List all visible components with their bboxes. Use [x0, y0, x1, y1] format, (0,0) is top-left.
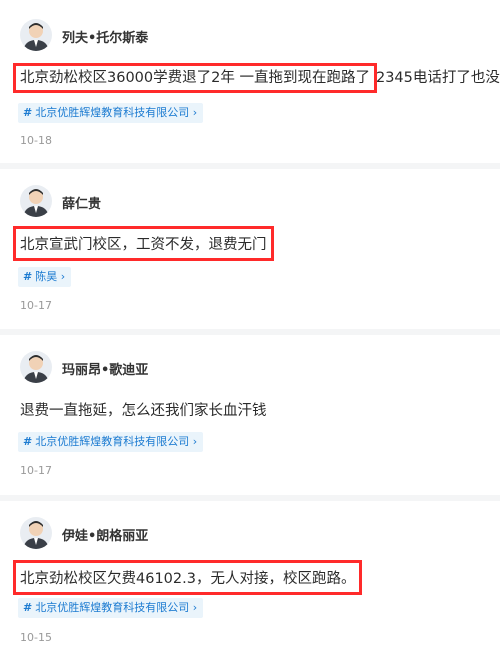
author-name[interactable]: 列夫•托尔斯泰: [62, 27, 148, 46]
post-card: 列夫•托尔斯泰 北京劲松校区36000学费退了2年 一直拖到现在跑路了 2345电…: [0, 0, 500, 163]
topic-label: 北京优胜辉煌教育科技有限公司: [35, 106, 190, 119]
post-date: 10-15: [20, 631, 52, 644]
post-content: 北京劲松校区欠费46102.3，无人对接，校区跑路。: [12, 560, 363, 595]
post-date: 10-18: [20, 134, 52, 147]
post-card: 玛丽昂•歌迪亚 退费一直拖延，怎么还我们家长血汗钱 # 北京优胜辉煌教育科技有限公…: [0, 335, 500, 495]
author-name[interactable]: 薛仁贵: [62, 193, 101, 212]
post-date: 10-17: [20, 464, 52, 477]
topic-label: 北京优胜辉煌教育科技有限公司: [35, 435, 190, 448]
post-card: 薛仁贵 北京宣武门校区，工资不发，退费无门 # 陈昊 › 10-17: [0, 169, 500, 329]
chevron-right-icon: ›: [192, 435, 198, 448]
topic-tag[interactable]: # 北京优胜辉煌教育科技有限公司 ›: [18, 598, 204, 618]
avatar[interactable]: [20, 19, 52, 51]
chevron-right-icon: ›: [192, 601, 198, 614]
highlighted-content: 北京劲松校区36000学费退了2年 一直拖到现在跑路了: [13, 63, 377, 93]
post-date: 10-17: [20, 299, 52, 312]
topic-label: 陈昊: [35, 270, 58, 283]
chevron-right-icon: ›: [192, 106, 198, 119]
post-content: 北京宣武门校区，工资不发，退费无门: [13, 226, 274, 261]
avatar[interactable]: [20, 351, 52, 383]
chevron-right-icon: ›: [60, 270, 66, 283]
post-card: 伊娃•朗格丽亚 北京劲松校区欠费46102.3，无人对接，校区跑路。 # 北京优胜…: [0, 501, 500, 648]
author-name[interactable]: 伊娃•朗格丽亚: [62, 525, 148, 544]
hash-icon: #: [23, 106, 33, 119]
post-content: 北京劲松校区36000学费退了2年 一直拖到现在跑路了2345电话打了也没用: [13, 63, 500, 93]
author-name[interactable]: 玛丽昂•歌迪亚: [62, 359, 148, 378]
avatar[interactable]: [20, 185, 52, 217]
topic-tag[interactable]: # 北京优胜辉煌教育科技有限公司 ›: [18, 103, 204, 123]
avatar[interactable]: [20, 517, 52, 549]
post-content: 退费一直拖延，怎么还我们家长血汗钱: [20, 403, 267, 419]
hash-icon: #: [23, 435, 33, 448]
topic-tag[interactable]: # 陈昊 ›: [18, 267, 72, 287]
hash-icon: #: [23, 601, 33, 614]
post-content-rest: 2345电话打了也没用: [375, 70, 500, 86]
hash-icon: #: [23, 270, 33, 283]
topic-tag[interactable]: # 北京优胜辉煌教育科技有限公司 ›: [18, 432, 204, 452]
topic-label: 北京优胜辉煌教育科技有限公司: [35, 601, 190, 614]
